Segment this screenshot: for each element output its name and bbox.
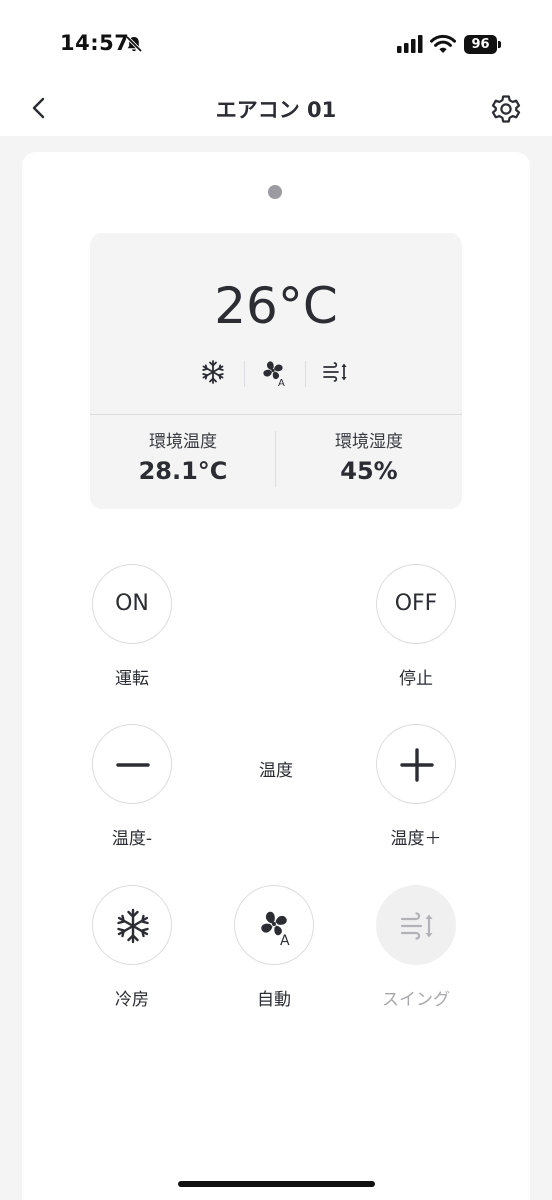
swing-icon [400,912,433,940]
bell-slash-icon [125,35,143,53]
power-off-label: 停止 [399,669,433,689]
ambient-temp-label: 環境温度 [149,432,217,452]
battery-icon: 96 [464,35,502,54]
swing-icon [323,362,347,382]
temp-down-button[interactable] [92,724,172,804]
status-time: 14:57 [60,31,130,55]
swing-label: スイング [382,990,450,1010]
wifi-icon [430,34,456,53]
fan-auto-button[interactable]: A [234,885,314,965]
home-indicator [178,1181,375,1187]
temp-up-button[interactable] [376,724,456,804]
minus-icon [116,763,150,767]
svg-text:A: A [280,933,290,946]
power-on-text: ON [115,591,149,616]
snowflake-icon [117,908,149,944]
ambient-temp-value: 28.1°C [138,457,228,485]
icon-divider [305,361,306,387]
remote-card: 26°C A 環境温度 28.1°C 環境湿度 45% ON 運転 OFF 停止… [22,152,530,1200]
set-temperature: 26°C [214,277,338,335]
swing-button[interactable] [376,885,456,965]
power-on-button[interactable]: ON [92,564,172,644]
ambient-humidity-label: 環境湿度 [335,432,403,452]
power-off-text: OFF [394,591,438,616]
power-on-label: 運転 [115,669,149,689]
power-off-button[interactable]: OFF [376,564,456,644]
svg-text:A: A [278,378,285,387]
status-bar: 14:57 96 [0,0,552,80]
signal-icon [397,35,423,53]
temp-down-label: 温度- [111,829,153,849]
temp-center-label: 温度 [259,761,293,781]
temp-up-label: 温度＋ [390,829,442,849]
gear-icon[interactable] [490,93,522,125]
display-panel: 26°C A 環境温度 28.1°C 環境湿度 45% [90,233,462,509]
cool-mode-button[interactable] [92,885,172,965]
plus-icon [400,748,434,782]
indicator-dot [268,185,282,199]
fan-auto-icon: A [263,361,285,387]
page-title: エアコン 01 [215,98,337,122]
snowflake-icon [202,360,224,384]
icon-divider [244,361,245,387]
cool-mode-label: 冷房 [115,990,149,1010]
fan-auto-label: 自動 [257,990,291,1010]
battery-cap [498,41,501,48]
ambient-humidity-value: 45% [340,457,398,485]
nav-bar: エアコン 01 [0,80,552,136]
mode-status-icons: A [90,357,462,389]
display-divider [90,414,462,415]
fan-auto-icon: A [261,911,290,946]
battery-level: 96 [464,35,497,54]
